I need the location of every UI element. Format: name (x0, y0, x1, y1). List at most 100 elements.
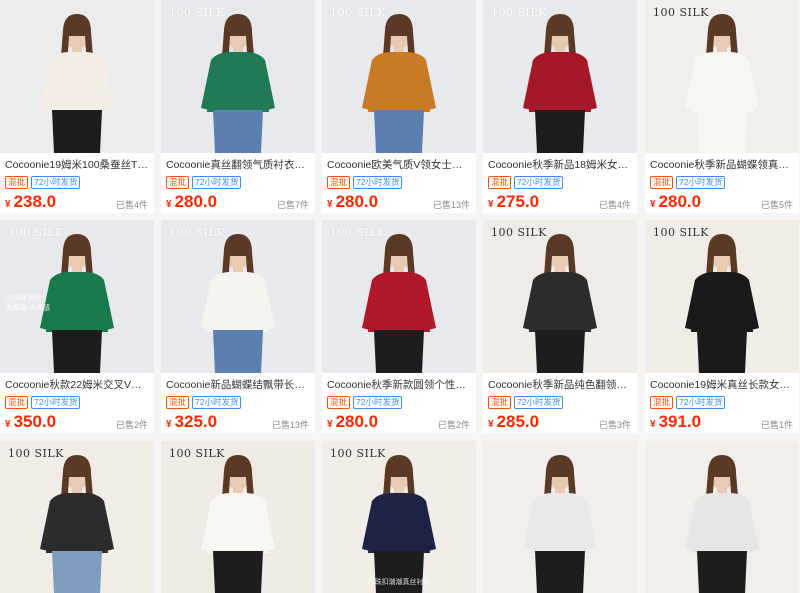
product-card[interactable]: 100 SILK Cocoonie19姆米真丝长款女士衬... 混批 72小时发货 ¥3… (645, 220, 799, 433)
product-card[interactable]: 100 SILK 22姆米真丝 有质感 光泽感 Cocoonie秋款22姆米交叉V领长… (0, 220, 154, 433)
product-price: ¥350.0 (5, 411, 56, 433)
product-title[interactable]: Cocoonie秋季新款圆领个性上衣... (327, 377, 472, 392)
currency-symbol: ¥ (650, 199, 656, 210)
currency-symbol: ¥ (5, 199, 11, 210)
mixed-batch-badge: 混批 (488, 176, 512, 189)
shipping-badge: 72小时发货 (514, 396, 564, 409)
mixed-batch-badge: 混批 (650, 176, 674, 189)
sold-count: 已售13件 (432, 200, 470, 210)
mixed-batch-badge: 混批 (5, 176, 29, 189)
price-value: 280.0 (335, 412, 379, 431)
product-price: ¥280.0 (327, 411, 378, 433)
currency-symbol: ¥ (488, 199, 494, 210)
service-badges: 混批 72小时发货 (5, 396, 81, 409)
product-price: ¥391.0 (650, 411, 701, 433)
product-image[interactable] (161, 220, 315, 373)
product-price: ¥285.0 (488, 411, 539, 433)
currency-symbol: ¥ (650, 419, 656, 430)
product-card[interactable]: 100 SILK Cocoonie秋季新品18姆米女士... 混批 72小时发货 ¥27… (483, 0, 637, 213)
shipping-badge: 72小时发货 (676, 396, 726, 409)
brand-watermark: 100 SILK (330, 6, 386, 19)
currency-symbol: ¥ (166, 199, 172, 210)
product-image[interactable] (161, 0, 315, 153)
product-card[interactable]: 100 SILK (0, 441, 154, 593)
product-card[interactable]: Cocoonie19姆米100桑蚕丝T恤... 混批 72小时发货 ¥238.0 已售4… (0, 0, 154, 213)
product-image[interactable] (161, 441, 315, 593)
brand-watermark: 100 SILK (653, 226, 709, 239)
model-illustration (40, 455, 114, 593)
mixed-batch-badge: 混批 (327, 396, 351, 409)
currency-symbol: ¥ (5, 419, 11, 430)
product-card[interactable]: 100 SILK Cocoonie欧美气质V领女士衬衣... 混批 72小时发货 ¥28… (322, 0, 476, 213)
product-title[interactable]: Cocoonie真丝翻领气质衬衣女批... (166, 157, 311, 172)
price-value: 280.0 (174, 192, 218, 211)
product-price: ¥325.0 (166, 411, 217, 433)
product-card[interactable]: 100 SILK (161, 441, 315, 593)
product-image[interactable] (645, 220, 799, 373)
brand-watermark: 100 SILK (8, 447, 64, 460)
price-value: 325.0 (174, 412, 218, 431)
product-price: ¥280.0 (327, 191, 378, 213)
overlay-line: 有质感 光泽感 (6, 305, 50, 312)
model-illustration (201, 14, 275, 153)
product-image[interactable] (483, 220, 637, 373)
product-title[interactable]: Cocoonie新品蝴蝶结飘带长袖真... (166, 377, 311, 392)
mixed-batch-badge: 混批 (166, 176, 190, 189)
product-card[interactable]: 100 SILK Cocoonie秋季新款圆领个性上衣... 混批 72小时发货 ¥28… (322, 220, 476, 433)
shipping-badge: 72小时发货 (31, 396, 81, 409)
model-illustration (40, 14, 114, 153)
product-card[interactable]: 100 SILK Cocoonie秋季新品蝴蝶领真丝衬... 混批 72小时发货 ¥28… (645, 0, 799, 213)
sold-count: 已售4件 (598, 200, 631, 210)
price-value: 280.0 (658, 192, 702, 211)
product-card[interactable]: 100 SILK Cocoonie真丝翻领气质衬衣女批... 混批 72小时发货 ¥28… (161, 0, 315, 213)
price-value: 238.0 (13, 192, 57, 211)
product-image[interactable] (322, 0, 476, 153)
sold-count: 已售13件 (271, 420, 309, 430)
product-title[interactable]: Cocoonie欧美气质V领女士衬衣... (327, 157, 472, 172)
price-value: 350.0 (13, 412, 57, 431)
product-card[interactable]: 100 SILK 珍珠扣潮潮真丝衬衫 (322, 441, 476, 593)
price-value: 285.0 (496, 412, 540, 431)
service-badges: 混批 72小时发货 (5, 176, 81, 189)
product-image[interactable] (483, 441, 637, 593)
brand-watermark: 100 SILK (169, 6, 225, 19)
product-title[interactable]: Cocoonie19姆米100桑蚕丝T恤... (5, 157, 150, 172)
shipping-badge: 72小时发货 (31, 176, 81, 189)
product-image[interactable] (645, 441, 799, 593)
product-image[interactable] (0, 0, 154, 153)
shipping-badge: 72小时发货 (353, 396, 403, 409)
product-image[interactable] (322, 441, 476, 593)
product-card[interactable] (483, 441, 637, 593)
model-illustration (523, 234, 597, 373)
product-price: ¥238.0 (5, 191, 56, 213)
product-image[interactable] (322, 220, 476, 373)
product-card[interactable]: 100 SILK Cocoonie新品蝴蝶结飘带长袖真... 混批 72小时发货 ¥32… (161, 220, 315, 433)
service-badges: 混批 72小时发货 (327, 176, 403, 189)
sold-count: 已售2件 (115, 420, 148, 430)
product-title[interactable]: Cocoonie秋季新品蝴蝶领真丝衬... (650, 157, 795, 172)
product-card[interactable]: 100 SILK Cocoonie秋季新品纯色翻领长袖... 混批 72小时发货 ¥28… (483, 220, 637, 433)
model-illustration (523, 14, 597, 153)
product-title[interactable]: Cocoonie秋季新品18姆米女士... (488, 157, 633, 172)
service-badges: 混批 72小时发货 (327, 396, 403, 409)
product-grid: Cocoonie19姆米100桑蚕丝T恤... 混批 72小时发货 ¥238.0 已售4… (0, 0, 800, 593)
shipping-badge: 72小时发货 (192, 396, 242, 409)
service-badges: 混批 72小时发货 (650, 396, 726, 409)
sold-count: 已售3件 (598, 420, 631, 430)
product-image[interactable] (483, 0, 637, 153)
mixed-batch-badge: 混批 (327, 176, 351, 189)
shipping-badge: 72小时发货 (192, 176, 242, 189)
service-badges: 混批 72小时发货 (166, 176, 242, 189)
model-illustration (685, 455, 759, 593)
brand-watermark: 100 SILK (330, 447, 386, 460)
image-overlay-text: 22姆米真丝 有质感 光泽感 (6, 294, 50, 314)
service-badges: 混批 72小时发货 (488, 176, 564, 189)
brand-watermark: 100 SILK (8, 226, 64, 239)
price-value: 391.0 (658, 412, 702, 431)
product-image[interactable] (0, 441, 154, 593)
product-card[interactable] (645, 441, 799, 593)
product-title[interactable]: Cocoonie19姆米真丝长款女士衬... (650, 377, 795, 392)
product-image[interactable] (645, 0, 799, 153)
product-title[interactable]: Cocoonie秋季新品纯色翻领长袖... (488, 377, 633, 392)
product-title[interactable]: Cocoonie秋款22姆米交叉V领长... (5, 377, 150, 392)
